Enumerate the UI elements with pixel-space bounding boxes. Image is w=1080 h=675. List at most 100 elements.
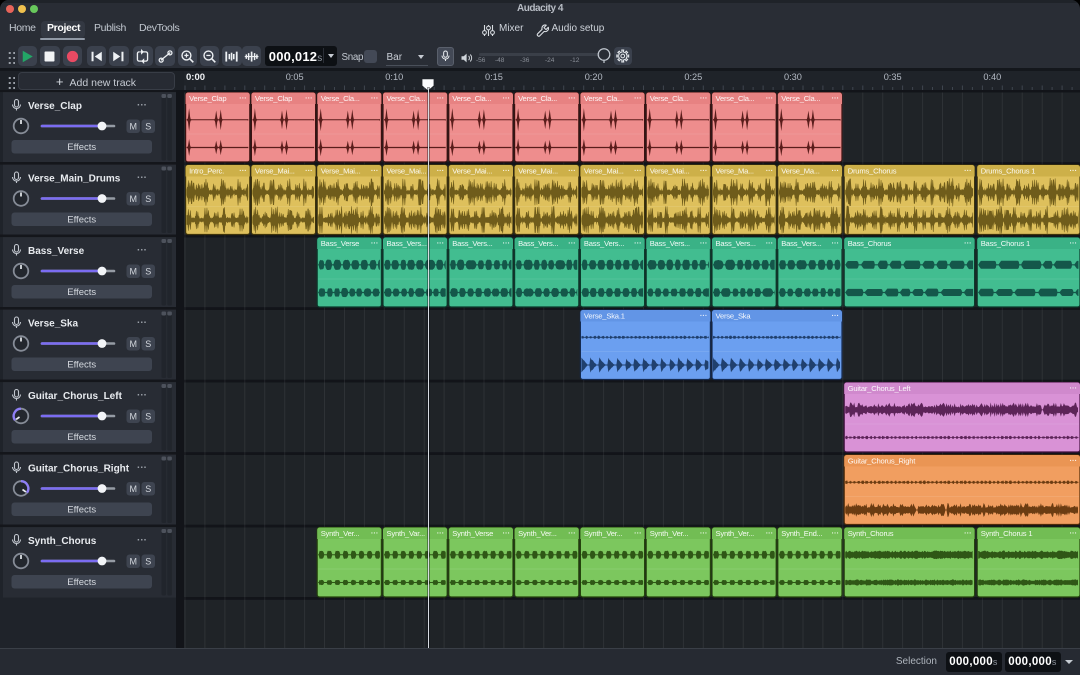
svg-text:···: ··· [1070, 166, 1078, 175]
svg-text:···: ··· [766, 166, 774, 175]
svg-text:Effects: Effects [67, 577, 96, 588]
svg-text:···: ··· [832, 166, 840, 175]
svg-text:···: ··· [766, 239, 774, 248]
svg-text:S: S [145, 339, 151, 349]
svg-text:Verse_Mai...: Verse_Mai... [452, 167, 492, 176]
svg-text:Verse_Clap: Verse_Clap [255, 94, 292, 103]
svg-text:Verse_Mai...: Verse_Mai... [584, 167, 624, 176]
svg-text:M: M [129, 484, 137, 494]
svg-text:···: ··· [832, 94, 840, 103]
svg-text:S: S [145, 484, 151, 494]
svg-text:···: ··· [305, 94, 313, 103]
svg-text:Verse_Cla...: Verse_Cla... [716, 94, 755, 103]
svg-text:Verse_Mai...: Verse_Mai... [387, 167, 427, 176]
svg-text:M: M [129, 557, 137, 567]
svg-text:S: S [145, 267, 151, 277]
svg-text:···: ··· [437, 166, 445, 175]
svg-text:Synth_Ver...: Synth_Ver... [716, 529, 755, 538]
svg-text:···: ··· [964, 529, 972, 538]
svg-text:Effects: Effects [67, 287, 96, 298]
svg-text:···: ··· [700, 311, 708, 320]
svg-text:···: ··· [305, 166, 313, 175]
svg-text:Verse_Ma...: Verse_Ma... [716, 167, 754, 176]
svg-text:Verse_Mai...: Verse_Mai... [255, 167, 295, 176]
svg-text:···: ··· [137, 463, 147, 474]
svg-text:···: ··· [568, 239, 576, 248]
svg-text:Verse_Cla...: Verse_Cla... [781, 94, 820, 103]
svg-text:···: ··· [832, 311, 840, 320]
svg-text:Effects: Effects [67, 142, 96, 153]
svg-text:···: ··· [503, 166, 511, 175]
svg-text:Bass_Chorus: Bass_Chorus [848, 239, 892, 248]
svg-text:Verse_Clap: Verse_Clap [189, 94, 226, 103]
svg-text:Synth_Ver...: Synth_Ver... [518, 529, 557, 538]
svg-text:Guitar_Chorus_Left: Guitar_Chorus_Left [848, 384, 912, 393]
svg-text:Verse_Ska: Verse_Ska [28, 319, 78, 330]
svg-text:Verse_Mai...: Verse_Mai... [650, 167, 690, 176]
svg-text:···: ··· [568, 166, 576, 175]
svg-text:···: ··· [700, 94, 708, 103]
svg-text:···: ··· [700, 166, 708, 175]
svg-text:0:35: 0:35 [884, 72, 902, 82]
svg-text:M: M [129, 339, 137, 349]
svg-text:Verse_Mai...: Verse_Mai... [518, 167, 558, 176]
svg-text:S: S [145, 194, 151, 204]
svg-text:···: ··· [1070, 384, 1078, 393]
svg-text:Intro_Perc.: Intro_Perc. [189, 167, 224, 176]
svg-text:···: ··· [766, 94, 774, 103]
svg-text:Verse_Cla...: Verse_Cla... [452, 94, 491, 103]
svg-text:···: ··· [137, 173, 147, 184]
svg-text:Bass_Verse: Bass_Verse [321, 239, 360, 248]
svg-text:0:40: 0:40 [983, 72, 1001, 82]
svg-text:···: ··· [437, 529, 445, 538]
svg-text:···: ··· [634, 239, 642, 248]
svg-text:Verse_Ska.1: Verse_Ska.1 [584, 312, 625, 321]
svg-text:Effects: Effects [67, 215, 96, 226]
svg-text:Verse_Cla...: Verse_Cla... [321, 94, 360, 103]
svg-text:···: ··· [634, 166, 642, 175]
svg-text:···: ··· [137, 535, 147, 546]
svg-text:0:20: 0:20 [585, 72, 603, 82]
svg-text:Synth_Ver...: Synth_Ver... [321, 529, 360, 538]
svg-text:···: ··· [437, 94, 445, 103]
svg-text:···: ··· [371, 239, 379, 248]
svg-text:···: ··· [964, 166, 972, 175]
svg-text:Guitar_Chorus_Left: Guitar_Chorus_Left [28, 391, 123, 402]
svg-text:Synth_Verse: Synth_Verse [452, 529, 493, 538]
svg-text:···: ··· [137, 245, 147, 256]
svg-text:···: ··· [503, 94, 511, 103]
svg-text:···: ··· [832, 529, 840, 538]
svg-text:M: M [129, 267, 137, 277]
svg-text:···: ··· [371, 529, 379, 538]
svg-text:M: M [129, 412, 137, 422]
svg-text:Verse_Clap: Verse_Clap [28, 101, 82, 112]
svg-text:Bass_Vers...: Bass_Vers... [716, 239, 756, 248]
svg-text:Synth_Ver...: Synth_Ver... [650, 529, 689, 538]
svg-text:M: M [129, 194, 137, 204]
svg-text:S: S [145, 557, 151, 567]
svg-text:···: ··· [137, 100, 147, 111]
svg-text:Verse_Mai...: Verse_Mai... [321, 167, 361, 176]
svg-text:Verse_Ma...: Verse_Ma... [781, 167, 819, 176]
svg-text:Effects: Effects [67, 432, 96, 443]
svg-text:···: ··· [832, 239, 840, 248]
svg-text:0:30: 0:30 [784, 72, 802, 82]
svg-text:0:05: 0:05 [286, 72, 304, 82]
svg-text:Bass_Vers...: Bass_Vers... [584, 239, 624, 248]
svg-text:Verse_Cla...: Verse_Cla... [650, 94, 689, 103]
svg-text:···: ··· [634, 94, 642, 103]
svg-text:···: ··· [371, 166, 379, 175]
svg-text:···: ··· [239, 94, 247, 103]
svg-text:···: ··· [371, 94, 379, 103]
svg-text:Bass_Vers...: Bass_Vers... [452, 239, 492, 248]
svg-text:Verse_Cla...: Verse_Cla... [518, 94, 557, 103]
svg-text:···: ··· [568, 94, 576, 103]
svg-text:Bass_Vers...: Bass_Vers... [650, 239, 690, 248]
svg-text:···: ··· [766, 529, 774, 538]
svg-text:···: ··· [137, 390, 147, 401]
svg-text:M: M [129, 122, 137, 132]
svg-text:···: ··· [437, 239, 445, 248]
svg-text:0:15: 0:15 [485, 72, 503, 82]
svg-text:Bass_Vers...: Bass_Vers... [781, 239, 821, 248]
svg-text:Verse_Ska: Verse_Ska [716, 312, 752, 321]
